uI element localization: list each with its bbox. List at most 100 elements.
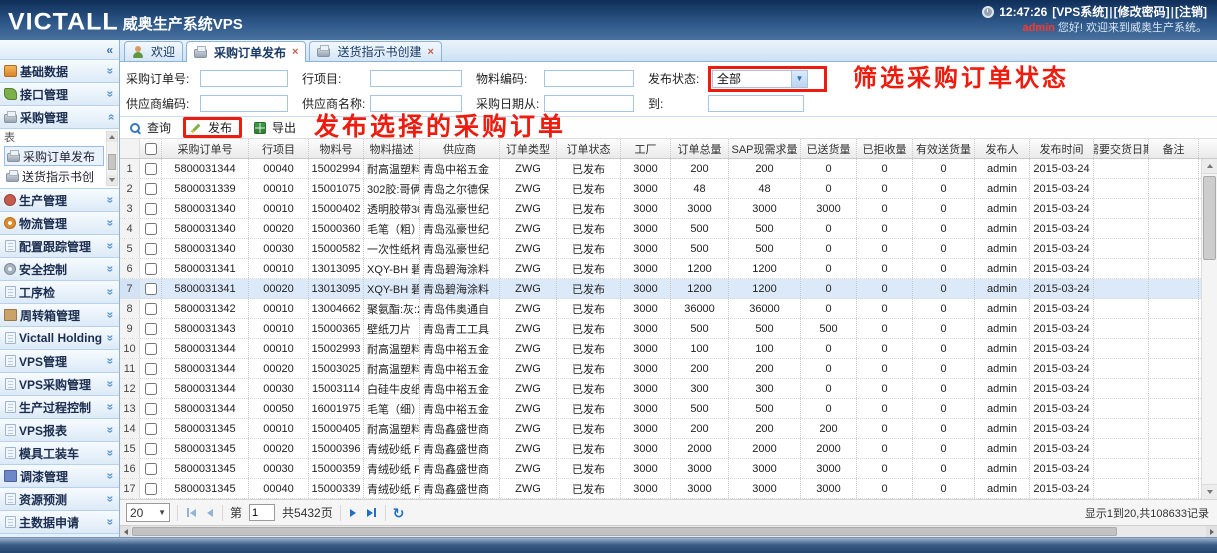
- column-header-factory[interactable]: 工厂: [621, 139, 671, 158]
- header-link-1[interactable]: [修改密码]: [1114, 5, 1170, 19]
- row-checkbox[interactable]: [145, 363, 157, 375]
- scroll-right-button[interactable]: [1206, 526, 1217, 537]
- column-header-valid_delivery_qty[interactable]: 有效送货量: [913, 139, 975, 158]
- sidebar-section-purchase-mgmt[interactable]: 采购管理»: [0, 106, 119, 129]
- table-row[interactable]: 1558000313450002015000396青绒砂纸 P1青岛鑫盛世商ZW…: [120, 439, 1217, 459]
- chevron-down-icon[interactable]: »: [104, 289, 118, 296]
- table-row[interactable]: 958000313430001015000365壁纸刀片青岛青工工具ZWG已发布…: [120, 319, 1217, 339]
- vertical-scrollbar[interactable]: [1201, 159, 1217, 499]
- row-checkbox[interactable]: [145, 383, 157, 395]
- material-code-input[interactable]: [544, 70, 634, 87]
- table-row[interactable]: 1058000313440001015002993耐高温塑料胶青岛中裕五金ZWG…: [120, 339, 1217, 359]
- column-header-sap_demand_qty[interactable]: SAP现需求量: [729, 139, 801, 158]
- scroll-up-button[interactable]: [1202, 159, 1217, 174]
- page-number-input[interactable]: [249, 504, 275, 521]
- row-checkbox[interactable]: [145, 483, 157, 495]
- sidebar-section-victall-holding[interactable]: Victall Holding»: [0, 327, 119, 350]
- row-checkbox[interactable]: [145, 223, 157, 235]
- tab-welcome[interactable]: 欢迎: [124, 41, 183, 61]
- table-row[interactable]: 1758000313450004015000339青绒砂纸 P2青岛鑫盛世商ZW…: [120, 479, 1217, 499]
- table-row[interactable]: 1458000313450001015000405耐高温塑料胶青岛鑫盛世商ZWG…: [120, 419, 1217, 439]
- column-header-order_status[interactable]: 订单状态: [557, 139, 621, 158]
- row-checkbox[interactable]: [145, 463, 157, 475]
- chevron-up-icon[interactable]: »: [104, 114, 118, 121]
- scrollbar-thumb[interactable]: [108, 154, 116, 170]
- supplier-code-input[interactable]: [200, 95, 288, 112]
- chevron-down-icon[interactable]: ▼: [791, 71, 807, 87]
- po-number-input[interactable]: [200, 70, 288, 87]
- column-header-delivered_qty[interactable]: 已送货量: [801, 139, 857, 158]
- sidebar-section-security-control[interactable]: 安全控制»: [0, 258, 119, 281]
- sidebar-section-mold-tooling-cart[interactable]: 模具工装车»: [0, 442, 119, 465]
- chevron-down-icon[interactable]: »: [104, 91, 118, 98]
- sidebar-section-turnover-box-mgmt[interactable]: 周转箱管理»: [0, 304, 119, 327]
- chevron-down-icon[interactable]: »: [104, 473, 118, 480]
- refresh-icon[interactable]: ↻: [393, 506, 405, 520]
- sidebar-section-logistics-mgmt[interactable]: 物流管理»: [0, 212, 119, 235]
- publish-button[interactable]: 发布: [183, 117, 242, 138]
- column-header-publisher[interactable]: 发布人: [975, 139, 1030, 158]
- close-icon[interactable]: ×: [427, 46, 433, 58]
- row-checkbox[interactable]: [145, 283, 157, 295]
- sidebar-section-master-data-request[interactable]: 主数据申请»: [0, 511, 119, 534]
- row-checkbox[interactable]: [145, 323, 157, 335]
- publish-status-select[interactable]: 全部 ▼: [712, 70, 808, 88]
- row-checkbox[interactable]: [145, 423, 157, 435]
- sidebar-section-production-process-control[interactable]: 生产过程控制»: [0, 396, 119, 419]
- column-header-line_item[interactable]: 行项目: [249, 139, 309, 158]
- row-checkbox[interactable]: [145, 163, 157, 175]
- chevron-down-icon[interactable]: »: [104, 197, 118, 204]
- column-header-rejected_qty[interactable]: 已拒收量: [857, 139, 913, 158]
- chevron-down-icon[interactable]: »: [104, 266, 118, 273]
- supplier-name-input[interactable]: [370, 95, 462, 112]
- column-header-material_no[interactable]: 物料号: [309, 139, 364, 158]
- table-row[interactable]: 458000313400002015000360毛笔（粗）青岛泓豪世纪ZWG已发…: [120, 219, 1217, 239]
- header-link-0[interactable]: [VPS系统]: [1052, 5, 1108, 19]
- table-row[interactable]: 358000313400001015000402透明胶带30m青岛泓豪世纪ZWG…: [120, 199, 1217, 219]
- sidebar-item-delivery-note-create[interactable]: 送货指示书创: [4, 166, 104, 186]
- table-row[interactable]: 258000313390001015001075302胶:哥俩好青岛之尔德保ZW…: [120, 179, 1217, 199]
- query-button[interactable]: 查询: [125, 118, 175, 137]
- table-row[interactable]: 158000313440004015002994耐高温塑料胶青岛中裕五金ZWG已…: [120, 159, 1217, 179]
- row-checkbox[interactable]: [145, 263, 157, 275]
- scroll-down-button[interactable]: [107, 175, 117, 185]
- sidebar-section-resource-forecast[interactable]: 资源预测»: [0, 488, 119, 511]
- column-header-total_qty[interactable]: 订单总量: [671, 139, 729, 158]
- collapse-sidebar-button[interactable]: «: [0, 40, 119, 60]
- date-from-input[interactable]: [544, 95, 634, 112]
- first-page-button[interactable]: [185, 506, 198, 519]
- line-item-input[interactable]: [370, 70, 462, 87]
- chevron-down-icon[interactable]: »: [104, 312, 118, 319]
- page-size-select[interactable]: 20 ▼: [126, 503, 170, 522]
- table-row[interactable]: 1258000313440003015003114白硅牛皮纸青岛中裕五金ZWG已…: [120, 379, 1217, 399]
- table-row[interactable]: 558000313400003015000582一次性纸杯青岛泓豪世纪ZWG已发…: [120, 239, 1217, 259]
- vertical-scrollbar-thumb[interactable]: [1203, 176, 1216, 260]
- sidebar-item-purchase-order-publish[interactable]: 采购订单发布: [4, 146, 104, 166]
- chevron-down-icon[interactable]: »: [104, 519, 118, 526]
- row-checkbox[interactable]: [145, 403, 157, 415]
- sidebar-section-paint-mixing-mgmt[interactable]: 调漆管理»: [0, 465, 119, 488]
- sidebar-section-process-inspection[interactable]: 工序检»: [0, 281, 119, 304]
- close-icon[interactable]: ×: [292, 46, 298, 58]
- row-checkbox[interactable]: [145, 303, 157, 315]
- column-header-remark[interactable]: 备注: [1149, 139, 1199, 158]
- row-checkbox[interactable]: [145, 243, 157, 255]
- column-header-order_no[interactable]: 采购订单号: [162, 139, 249, 158]
- sidebar-section-vps-purchase-mgmt[interactable]: VPS采购管理»: [0, 373, 119, 396]
- table-row[interactable]: 1158000313440002015003025耐高温塑料胶青岛中裕五金ZWG…: [120, 359, 1217, 379]
- sidebar-section-base-data[interactable]: 基础数据»: [0, 60, 119, 83]
- column-header-publish_time[interactable]: 发布时间: [1030, 139, 1094, 158]
- sidebar-section-vps-reports[interactable]: VPS报表»: [0, 419, 119, 442]
- chevron-down-icon[interactable]: »: [104, 404, 118, 411]
- scroll-left-button[interactable]: [120, 526, 131, 537]
- collapse-sidebar-icon[interactable]: «: [106, 43, 113, 57]
- chevron-down-icon[interactable]: »: [104, 68, 118, 75]
- chevron-down-icon[interactable]: »: [104, 335, 118, 342]
- table-row[interactable]: 758000313410002013013095XQY-BH 碧海青岛碧海涂料Z…: [120, 279, 1217, 299]
- select-all-checkbox[interactable]: [145, 143, 157, 155]
- horizontal-scrollbar-thumb[interactable]: [132, 527, 1117, 536]
- table-row[interactable]: 1658000313450003015000359青绒砂纸 P3青岛鑫盛世商ZW…: [120, 459, 1217, 479]
- chevron-down-icon[interactable]: »: [104, 243, 118, 250]
- previous-page-button[interactable]: [205, 507, 215, 519]
- table-row[interactable]: 858000313420001013004662聚氨酯:灰:22青岛伟奥通自ZW…: [120, 299, 1217, 319]
